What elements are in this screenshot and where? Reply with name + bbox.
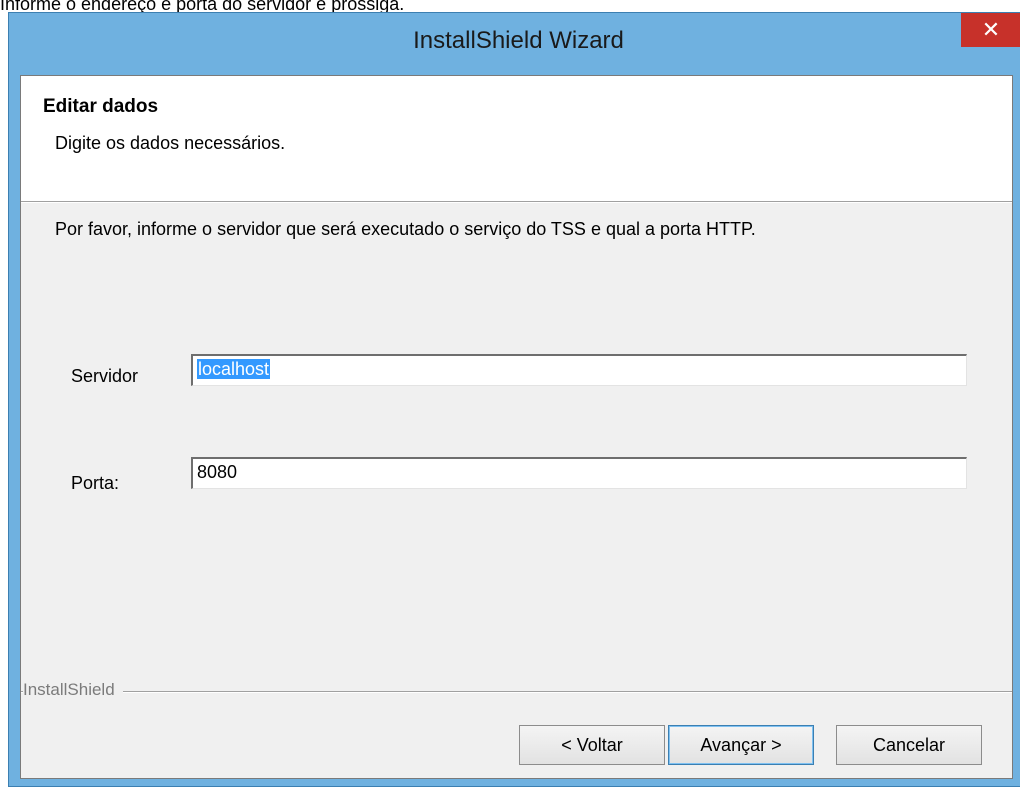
title-bar[interactable]: InstallShield Wizard ✕ bbox=[9, 13, 1020, 74]
servidor-input[interactable]: localhost bbox=[191, 354, 967, 386]
dialog-header: Editar dados Digite os dados necessários… bbox=[21, 76, 1012, 202]
close-button[interactable]: ✕ bbox=[961, 13, 1020, 47]
header-title: Editar dados bbox=[43, 96, 159, 117]
window-title: InstallShield Wizard bbox=[413, 27, 624, 54]
header-subtitle: Digite os dados necessários. bbox=[55, 133, 286, 153]
back-button[interactable]: < Voltar bbox=[519, 725, 665, 765]
installshield-brand-divider: InstallShield bbox=[21, 680, 1012, 702]
next-button[interactable]: Avançar > bbox=[668, 725, 814, 765]
servidor-value: localhost bbox=[197, 359, 271, 379]
dialog-body: Editar dados Digite os dados necessários… bbox=[20, 75, 1013, 779]
close-icon: ✕ bbox=[981, 17, 1001, 43]
porta-label: Porta: bbox=[71, 473, 120, 493]
porta-value: 8080 bbox=[197, 462, 238, 482]
porta-input[interactable]: 8080 bbox=[191, 457, 967, 489]
instruction-text: Por favor, informe o servidor que será e… bbox=[55, 219, 756, 239]
installshield-wizard-window: InstallShield Wizard ✕ Editar dados Digi… bbox=[8, 12, 1020, 787]
cancel-button[interactable]: Cancelar bbox=[836, 725, 982, 765]
divider-line bbox=[21, 691, 1012, 693]
servidor-label: Servidor bbox=[71, 366, 139, 386]
installshield-brand-label: InstallShield bbox=[23, 680, 123, 700]
